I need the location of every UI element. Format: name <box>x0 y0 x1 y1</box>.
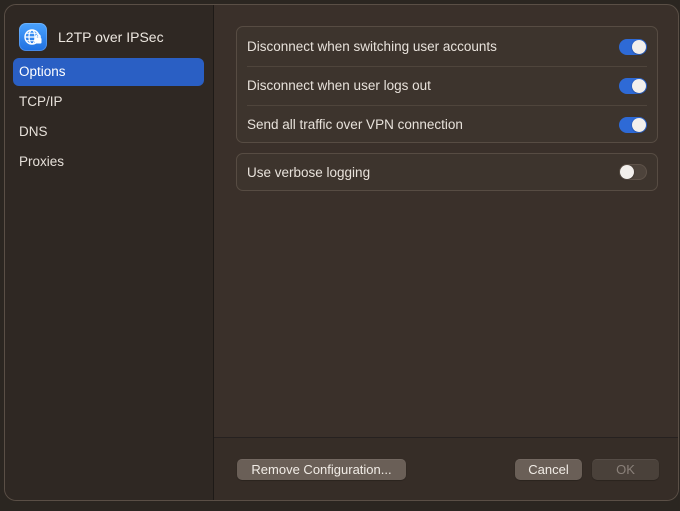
sidebar: L2TP over IPSec Options TCP/IP DNS Proxi… <box>5 5 214 500</box>
option-label: Disconnect when switching user accounts <box>247 39 497 54</box>
sidebar-item-dns[interactable]: DNS <box>13 118 204 146</box>
sidebar-nav: Options TCP/IP DNS Proxies <box>13 58 204 178</box>
options-pane: Disconnect when switching user accounts … <box>214 5 678 500</box>
vpn-globe-icon <box>19 23 47 51</box>
sidebar-header: L2TP over IPSec <box>19 23 164 51</box>
toggle-knob <box>632 117 646 132</box>
toggle-knob <box>620 165 634 179</box>
send-all-traffic-toggle[interactable] <box>619 116 647 133</box>
sidebar-item-options[interactable]: Options <box>13 58 204 86</box>
toggle-knob <box>632 78 646 93</box>
option-row-verbose: Use verbose logging <box>237 154 657 190</box>
sidebar-item-proxies[interactable]: Proxies <box>13 148 204 176</box>
sidebar-title: L2TP over IPSec <box>58 29 164 45</box>
disconnect-logout-toggle[interactable] <box>619 77 647 94</box>
option-label: Use verbose logging <box>247 164 371 180</box>
cancel-button[interactable]: Cancel <box>515 459 582 480</box>
sidebar-item-tcpip[interactable]: TCP/IP <box>13 88 204 116</box>
dialog-footer: Remove Configuration... Cancel OK <box>214 438 678 500</box>
remove-configuration-button[interactable]: Remove Configuration... <box>237 459 406 480</box>
connection-options-group: Disconnect when switching user accounts … <box>236 26 658 143</box>
logging-group: Use verbose logging <box>236 153 658 191</box>
option-label: Disconnect when user logs out <box>247 78 431 93</box>
toggle-knob <box>632 39 646 54</box>
option-row-send-all-traffic: Send all traffic over VPN connection <box>237 105 657 144</box>
option-label: Send all traffic over VPN connection <box>247 117 463 132</box>
ok-button[interactable]: OK <box>592 459 659 480</box>
option-row-logout: Disconnect when user logs out <box>237 66 657 105</box>
disconnect-switch-user-toggle[interactable] <box>619 38 647 55</box>
vpn-settings-dialog: L2TP over IPSec Options TCP/IP DNS Proxi… <box>4 4 679 501</box>
option-row-switch-user: Disconnect when switching user accounts <box>237 27 657 66</box>
window-backdrop: L2TP over IPSec Options TCP/IP DNS Proxi… <box>0 0 680 511</box>
verbose-logging-toggle[interactable] <box>619 164 647 180</box>
